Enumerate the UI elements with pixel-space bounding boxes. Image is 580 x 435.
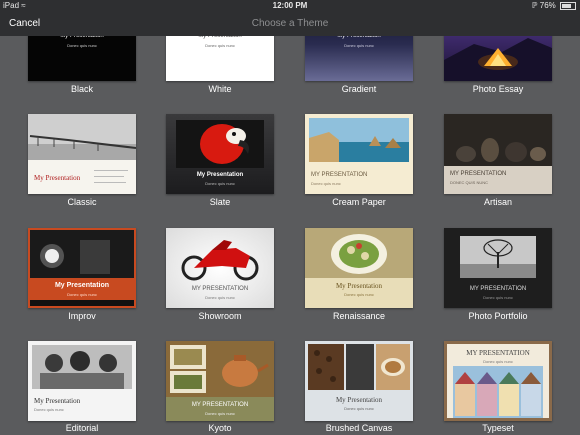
theme-thumbnail: MY PRESENTATION Donec quis nunc — [444, 228, 552, 308]
theme-slide-subtitle: Donec quis nunc — [205, 411, 235, 416]
theme-thumbnail: My Presentation Donec quis nunc — [166, 114, 274, 194]
theme-label: Renaissance — [332, 311, 386, 321]
status-bar: iPad ≈ 12:00 PM ℙ 76% — [0, 0, 580, 12]
theme-thumbnail: MY PRESENTATION Donec quis nunc — [166, 341, 274, 421]
theme-slide-subtitle: Donec quis nunc — [205, 43, 235, 48]
text-line — [94, 176, 124, 177]
theme-label: Brushed Canvas — [325, 423, 393, 433]
theme-slide-subtitle: Donec quis nunc — [205, 181, 235, 186]
theme-slide-title: MY PRESENTATION — [450, 171, 507, 177]
theme-label: Improv — [68, 311, 96, 321]
theme-slide-subtitle: Donec quis nunc — [344, 43, 374, 48]
theme-slide-subtitle: Donec quis nunc — [205, 295, 235, 300]
theme-slide-subtitle: Donec quis nunc — [34, 407, 64, 412]
theme-slide-subtitle: Donec quis nunc — [344, 292, 374, 297]
theme-slide-title: My Presentation — [335, 396, 383, 404]
theme-label: Slate — [209, 197, 231, 207]
bluetooth-icon: ℙ — [531, 1, 538, 10]
theme-grid: My Presentation Donec quis nunc Black My… — [0, 0, 580, 435]
theme-photo-pottery — [444, 114, 552, 166]
theme-slide-title: MY PRESENTATION — [191, 402, 249, 408]
theme-label: White — [208, 84, 232, 94]
status-time: 12:00 PM — [272, 1, 308, 10]
theme-thumbnail: My Presentation Donec quis nunc — [305, 228, 413, 308]
battery-fill — [562, 3, 571, 8]
theme-slide-title: MY PRESENTATION — [466, 349, 530, 357]
theme-slide-subtitle: Donec quis nunc — [344, 406, 374, 411]
theme-slide-title: MY PRESENTATION — [191, 286, 249, 292]
theme-slide-title: My Presentation — [196, 172, 244, 178]
theme-photo-salad — [305, 228, 413, 278]
theme-thumbnail: MY PRESENTATION Donec quis nunc — [444, 341, 552, 421]
theme-slide-title: My Presentation — [34, 397, 81, 405]
theme-slide-subtitle: Donec quis nunc — [311, 181, 341, 186]
theme-slide-subtitle: DONEC QUIS NUNC — [450, 180, 489, 185]
theme-thumbnail: My Presentation Donec quis nunc — [305, 341, 413, 421]
theme-label: Photo Portfolio — [468, 311, 528, 321]
page-title: Choose a Theme — [251, 18, 329, 29]
theme-label: Classic — [67, 197, 97, 207]
theme-slide-title: MY PRESENTATION — [469, 286, 527, 292]
theme-photo-motorcycle — [181, 240, 259, 281]
theme-slide-title: My Presentation — [54, 282, 110, 289]
theme-photo-bridge — [28, 114, 136, 160]
theme-photo-children — [32, 345, 132, 389]
theme-slide-title: MY PRESENTATION — [311, 172, 368, 178]
text-line — [94, 170, 128, 171]
theme-label: Artisan — [483, 197, 512, 207]
battery-percent: 76% — [539, 1, 556, 10]
theme-slide-subtitle: Donec quis nunc — [67, 292, 97, 297]
theme-label: Cream Paper — [332, 197, 386, 207]
theme-photo-teapot — [166, 341, 274, 397]
theme-thumbnail: MY PRESENTATION DONEC QUIS NUNC — [444, 114, 552, 194]
theme-slide-subtitle: Donec quis nunc — [67, 43, 97, 48]
theme-label: Showroom — [198, 311, 242, 321]
battery-icon — [560, 1, 576, 10]
theme-photo-stage-light — [30, 230, 134, 278]
theme-thumbnail: MY PRESENTATION Donec quis nunc — [305, 114, 413, 194]
theme-label: Editorial — [65, 423, 99, 433]
theme-slide-subtitle: Donec quis nunc — [483, 295, 513, 300]
theme-thumbnail: My Presentation — [28, 114, 136, 194]
theme-slide-title: My Presentation — [34, 174, 81, 182]
theme-slide-title: My Presentation — [335, 282, 383, 290]
theme-photo-houses — [453, 366, 543, 418]
theme-photo-coast — [309, 118, 409, 162]
theme-slide-subtitle: Donec quis nunc — [483, 359, 513, 364]
text-line — [94, 182, 126, 183]
status-right: ℙ 76% — [532, 0, 576, 12]
theme-label: Kyoto — [208, 423, 232, 433]
theme-label: Photo Essay — [472, 84, 524, 94]
theme-photo-tree — [460, 236, 536, 278]
theme-thumbnail: MY PRESENTATION Donec quis nunc — [166, 228, 274, 308]
theme-label: Typeset — [482, 423, 514, 433]
theme-label: Gradient — [341, 84, 377, 94]
theme-thumbnail: My Presentation Donec quis nunc — [28, 228, 136, 308]
theme-photo-parrot — [176, 120, 264, 168]
title-band: My Presentation Donec quis nunc — [30, 278, 134, 300]
navigation-bar: Cancel Choose a Theme — [0, 12, 580, 36]
theme-thumbnail: My Presentation Donec quis nunc — [28, 341, 136, 421]
theme-photo-coffee — [308, 344, 410, 390]
title-band: MY PRESENTATION Donec quis nunc — [166, 397, 274, 421]
theme-label: Black — [70, 84, 93, 94]
